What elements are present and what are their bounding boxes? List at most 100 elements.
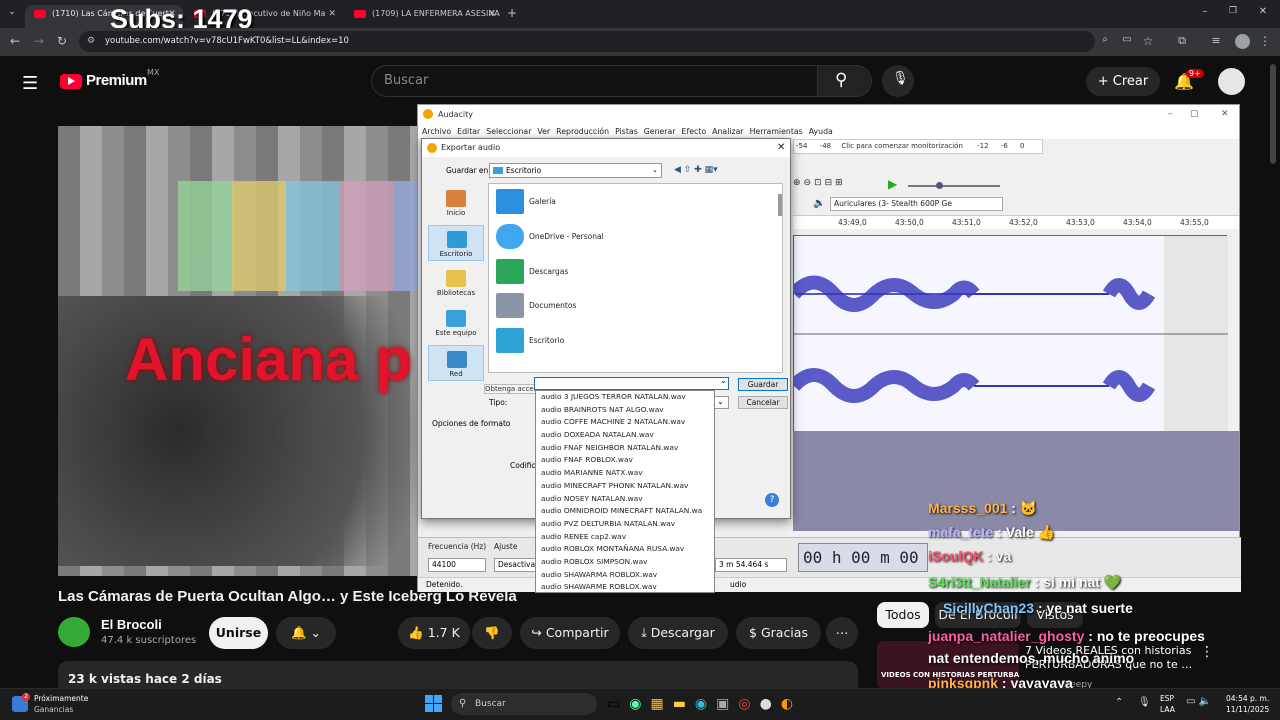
dislike-button[interactable]: 👎	[472, 617, 512, 649]
menu-reproduccion[interactable]: Reproducción	[556, 127, 609, 136]
obs-icon[interactable]: ●	[760, 696, 781, 712]
hamburger-menu-icon[interactable]: ☰	[22, 73, 38, 94]
more-menu-icon[interactable]: ⋮	[1258, 34, 1272, 48]
network-volume-icons[interactable]: ▭ 🔈	[1186, 696, 1211, 707]
help-icon[interactable]: ?	[765, 493, 779, 507]
menu-seleccionar[interactable]: Seleccionar	[486, 127, 531, 136]
snap-select[interactable]: Desactivado	[494, 558, 539, 572]
menu-editar[interactable]: Editar	[457, 127, 480, 136]
menu-ayuda[interactable]: Ayuda	[809, 127, 833, 136]
forward-icon[interactable]: →	[32, 34, 46, 48]
join-button[interactable]: Unirse	[209, 617, 268, 649]
back-icon[interactable]: ←	[8, 34, 22, 48]
list-item[interactable]: Galería	[494, 186, 556, 218]
save-button[interactable]: Guardar	[738, 378, 788, 391]
tray-chevron-icon[interactable]: ⌃	[1115, 697, 1123, 708]
recording-meter[interactable]: -54 -48 Clic para comenzar monitorizació…	[793, 139, 1043, 154]
rate-select[interactable]: 44100	[428, 558, 486, 572]
menu-efecto[interactable]: Efecto	[682, 127, 707, 136]
filename-input[interactable]: ⌄	[534, 376, 729, 390]
chrome-icon[interactable]: ◎	[738, 696, 759, 712]
store-icon[interactable]: ▦	[650, 696, 672, 712]
list-item[interactable]: OneDrive - Personal	[494, 221, 604, 253]
autocomplete-item[interactable]: audio DOXEADA NATALAN.wav	[536, 429, 714, 442]
reading-list-icon[interactable]: ≡	[1209, 34, 1223, 47]
autocomplete-item[interactable]: audio MINECRAFT PHONK NATALAN.wav	[536, 480, 714, 493]
download-button[interactable]: ⤓ Descargar	[628, 617, 728, 649]
search-button[interactable]: ⚲	[817, 65, 872, 97]
edge-icon[interactable]: ◉	[695, 696, 716, 712]
sidebar-item-inicio[interactable]: Inicio	[428, 185, 484, 221]
nav-toolbar-icons[interactable]: ◀ ⇧ ✚ ▦▾	[674, 165, 718, 175]
minimize-icon[interactable]: –	[1168, 105, 1173, 124]
page-scrollbar[interactable]	[1270, 64, 1276, 164]
reload-icon[interactable]: ↻	[55, 34, 69, 48]
maximize-icon[interactable]: ▢	[1190, 105, 1199, 124]
autocomplete-item[interactable]: audio PVZ DELTURBIA NATALAN.wav	[536, 518, 714, 531]
zoom-icon[interactable]: ⌕	[1098, 34, 1112, 45]
close-window-icon[interactable]: ✕	[1256, 6, 1270, 17]
profile-avatar[interactable]	[1235, 34, 1250, 49]
search-input[interactable]: Buscar	[371, 65, 818, 97]
autocomplete-item[interactable]: audio FNAF ROBLOX.wav	[536, 454, 714, 467]
autocomplete-item[interactable]: audio SHAWARMA ROBLOX.wav	[536, 569, 714, 582]
sidebar-item-escritorio[interactable]: Escritorio	[428, 225, 484, 261]
close-icon[interactable]: ✕	[1221, 105, 1229, 124]
file-list-scrollbar[interactable]	[778, 194, 782, 216]
avatar[interactable]	[1218, 68, 1245, 95]
audio-track[interactable]	[788, 235, 1228, 432]
explorer-icon[interactable]: ▬	[673, 696, 695, 712]
task-view-icon[interactable]: ▭	[607, 696, 629, 712]
tray-mic-icon[interactable]: 🎙	[1138, 697, 1151, 708]
play-at-speed-icon[interactable]: ▶	[888, 177, 897, 191]
new-tab-icon[interactable]: +	[505, 6, 519, 20]
menu-archivo[interactable]: Archivo	[422, 127, 451, 136]
tab-search-icon[interactable]: ⌄	[4, 7, 20, 17]
notification-settings-button[interactable]: 🔔 ⌄	[276, 617, 336, 649]
channel-avatar[interactable]	[58, 617, 90, 647]
url-field[interactable]: ⚙ youtube.com/watch?v=v78cU1FwKT0&list=LL…	[79, 31, 1095, 52]
close-icon[interactable]: ✕	[328, 5, 336, 23]
autocomplete-item[interactable]: audio OMNIDROID MINECRAFT NATALAN.wa	[536, 505, 714, 518]
audacity-icon[interactable]: ◐	[781, 696, 802, 712]
menu-generar[interactable]: Generar	[644, 127, 676, 136]
autocomplete-item[interactable]: audio COFFE MACHINE 2 NATALAN.wav	[536, 416, 714, 429]
autocomplete-item[interactable]: audio MARIANNE NATX.wav	[536, 467, 714, 480]
autocomplete-item[interactable]: audio BRAINROTS NAT ALGO.wav	[536, 404, 714, 417]
terminal-icon[interactable]: ▣	[716, 696, 738, 712]
minimize-icon[interactable]: –	[1198, 6, 1212, 17]
share-button[interactable]: ↪ Compartir	[520, 617, 620, 649]
save-in-select[interactable]: Escritorio ⌄	[489, 163, 662, 178]
list-item[interactable]: Escritorio	[494, 325, 564, 357]
file-list[interactable]: Galería OneDrive - Personal Descargas Do…	[488, 183, 783, 373]
language-indicator[interactable]: ESP	[1160, 694, 1174, 703]
voice-search-button[interactable]: 🎙	[882, 65, 914, 97]
output-device-select[interactable]: Auriculares (3- Stealth 600P Ge	[830, 197, 1003, 211]
autocomplete-item[interactable]: audio ROBLOX MONTAÑANA RUSA.wav	[536, 543, 714, 556]
thanks-button[interactable]: $ Gracias	[736, 617, 821, 649]
channel-name[interactable]: El Brocoli	[101, 617, 162, 632]
list-item[interactable]: Descargas	[494, 256, 568, 288]
cancel-button[interactable]: Cancelar	[738, 396, 788, 409]
start-button[interactable]	[425, 695, 442, 712]
clock-time[interactable]: 04:54 p. m.	[1226, 694, 1269, 703]
menu-pistas[interactable]: Pistas	[615, 127, 638, 136]
autocomplete-item[interactable]: audio ROBLOX SIMPSON.wav	[536, 556, 714, 569]
taskbar-search[interactable]: ⚲ Buscar	[451, 693, 597, 715]
more-actions-button[interactable]: ⋯	[826, 617, 858, 649]
close-icon[interactable]: ✕	[488, 5, 496, 23]
tab-3[interactable]: (1709) LA ENFERMERA ASESINA ✕	[345, 5, 503, 28]
timeline-ruler[interactable]: 43:49,0 43:50,0 43:51,0 43:52,0 43:53,0 …	[793, 215, 1239, 229]
menu-analizar[interactable]: Analizar	[712, 127, 743, 136]
bookmark-star-icon[interactable]: ☆	[1141, 34, 1155, 48]
filename-autocomplete[interactable]: audio 3 JUEGOS TERROR NATALAN.wav audio B…	[535, 390, 715, 593]
time-display[interactable]: 00 h 00 m 00	[798, 543, 928, 572]
autocomplete-item[interactable]: audio RENEE cap2.wav	[536, 531, 714, 544]
autocomplete-item[interactable]: audio 3 JUEGOS TERROR NATALAN.wav	[536, 391, 714, 404]
like-button[interactable]: 👍 1.7 K	[398, 617, 470, 649]
youtube-logo-icon[interactable]	[60, 74, 82, 89]
close-icon[interactable]: ✕	[777, 139, 785, 157]
site-info-icon[interactable]: ⚙	[87, 31, 95, 52]
autocomplete-item[interactable]: audio SHAWARME ROBLOX.wav	[536, 581, 714, 594]
autocomplete-item[interactable]: audio FNAF NEIGHBOR NATALAN.wav	[536, 442, 714, 455]
